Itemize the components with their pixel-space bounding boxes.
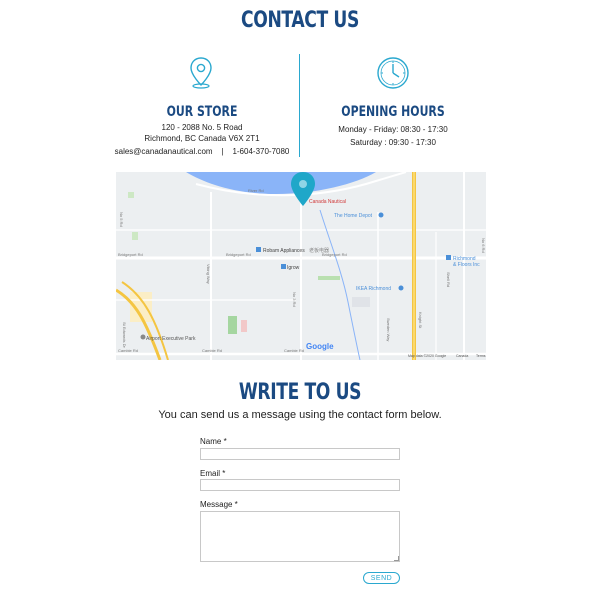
name-label: Name *: [200, 437, 227, 446]
poi-label[interactable]: The Home Depot: [334, 213, 373, 219]
send-button[interactable]: SEND: [363, 572, 400, 584]
poi-label[interactable]: Airport Executive Park: [146, 336, 196, 342]
map-attribution: Map data ©2020 Google: [408, 354, 446, 358]
map-road-label: St Edwards Dr: [122, 322, 127, 348]
resize-grip-icon[interactable]: [394, 556, 399, 561]
map-road-label: Knight St: [418, 312, 423, 329]
location-pin-icon: [190, 57, 212, 89]
map-road-label: Bridgeport Rd: [118, 252, 143, 257]
building-area: [352, 297, 370, 307]
hours-weekday: Monday - Friday: 08:30 - 17:30: [338, 125, 448, 134]
store-marker-label: Canada Nautical: [309, 199, 346, 205]
park-area: [228, 316, 237, 334]
map-road-label: Shell Rd: [446, 272, 451, 287]
map-country: Canada: [456, 354, 468, 358]
form-intro: You can send us a message using the cont…: [158, 409, 442, 421]
store-address-line1: 120 - 2088 No. 5 Road: [161, 123, 243, 132]
map-road-label: Bridgeport Rd: [226, 252, 251, 257]
map-road-label: No 6 Rd: [481, 238, 486, 253]
park-area: [128, 192, 134, 198]
store-address-line2: Richmond, BC Canada V6X 2T1: [144, 134, 260, 143]
page-title: CONTACT US: [241, 8, 359, 33]
map-road-label: Viking Way: [206, 264, 211, 284]
map-road-label: Cambie Rd: [118, 348, 138, 353]
store-email-link[interactable]: sales@canadanautical.com: [115, 147, 213, 156]
poi-marker[interactable]: [378, 212, 384, 218]
store-phone-link[interactable]: 1-604-370-7080: [232, 147, 289, 156]
poi-label: 老板电器: [309, 247, 329, 254]
map-terms-link[interactable]: Terms: [476, 354, 486, 358]
poi-label[interactable]: Robam Appliances: [263, 248, 305, 254]
map-road-label: River Rd: [248, 188, 264, 193]
email-label: Email *: [200, 469, 226, 478]
contact-separator: |: [221, 147, 224, 156]
park-area: [241, 320, 247, 332]
park-area: [132, 232, 138, 240]
poi-marker[interactable]: [398, 285, 404, 291]
map-road-label: No 5 Rd: [119, 212, 124, 227]
store-map[interactable]: River Rd Bridgeport Rd Bridgeport Rd Bri…: [116, 172, 486, 360]
clock-icon: [377, 57, 409, 89]
poi-marker[interactable]: [446, 255, 451, 260]
poi-label[interactable]: & Floors Inc: [453, 262, 480, 268]
poi-marker[interactable]: [281, 264, 286, 269]
message-label: Message *: [200, 500, 238, 509]
map-road-label: Cambie Rd: [284, 348, 304, 353]
poi-label[interactable]: Igrow: [287, 265, 300, 271]
store-title: OUR STORE: [166, 104, 238, 120]
email-field[interactable]: [200, 479, 400, 491]
message-field[interactable]: [200, 511, 400, 562]
hours-saturday: Saturday : 09:30 - 17:30: [350, 138, 436, 147]
poi-marker[interactable]: [140, 334, 146, 340]
name-field[interactable]: [200, 448, 400, 460]
google-logo: Google: [306, 342, 334, 351]
park-area: [318, 276, 340, 280]
poi-label[interactable]: IKEA Richmond: [356, 286, 391, 292]
map-road-label: No 3 Rd: [292, 292, 297, 307]
map-road-label: Cambie Rd: [202, 348, 222, 353]
store-contact-line: sales@canadanautical.com | 1-604-370-708…: [92, 146, 312, 157]
poi-marker[interactable]: [256, 247, 261, 252]
form-title: WRITE TO US: [238, 380, 362, 405]
hours-title: OPENING HOURS: [341, 104, 445, 120]
map-road-label: Sweden Way: [386, 318, 391, 341]
